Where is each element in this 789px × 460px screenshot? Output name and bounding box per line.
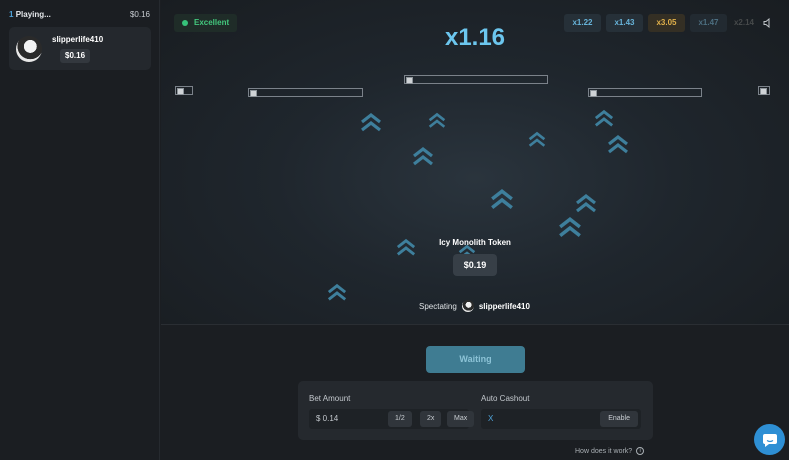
history-item[interactable]: x3.05	[648, 14, 685, 32]
waiting-button[interactable]: Waiting	[426, 346, 525, 373]
chevron-up-icon	[327, 283, 347, 303]
bet-amount-label: Bet Amount	[309, 394, 351, 403]
auto-cashout-label: Auto Cashout	[481, 394, 530, 403]
avatar	[16, 36, 42, 62]
history-item[interactable]: x1.43	[606, 14, 643, 32]
spectating-user[interactable]: slipperlife410	[479, 302, 530, 311]
chevron-up-icon	[575, 193, 597, 215]
chevron-up-icon	[412, 146, 434, 168]
player-bet: $0.16	[60, 49, 91, 63]
enable-auto-cashout-button[interactable]: Enable	[600, 411, 638, 427]
broken-image	[588, 88, 702, 97]
multiplier-history: x1.22 x1.43 x3.05 x1.47 x2.14	[564, 14, 775, 32]
broken-image	[404, 75, 548, 84]
broken-image	[758, 86, 770, 95]
bet-panel: Bet Amount $ 0.14 1/2 2x Max Auto Cashou…	[298, 381, 653, 440]
bet-amount-value[interactable]: $ 0.14	[316, 414, 338, 423]
broken-image	[248, 88, 363, 97]
history-item[interactable]: x1.22	[564, 14, 601, 32]
chat-button[interactable]	[754, 424, 785, 455]
chevron-up-icon	[607, 134, 629, 156]
chevron-up-icon	[428, 112, 446, 130]
spectating-info: Spectating slipperlife410	[419, 300, 530, 312]
bet-amount-field[interactable]: $ 0.14 1/2 2x Max	[309, 409, 475, 429]
auto-cashout-value[interactable]: X	[488, 414, 493, 423]
player-card[interactable]: slipperlife410 $0.16	[9, 27, 151, 70]
broken-image	[175, 86, 193, 95]
game-area: Excellent x1.16 x1.22 x1.43 x3.05 x1.47 …	[161, 0, 789, 325]
double-bet-button[interactable]: 2x	[420, 411, 442, 427]
playing-total: $0.16	[129, 10, 150, 19]
help-label[interactable]: How does it work?	[575, 448, 632, 455]
chat-bubble-icon	[762, 433, 777, 447]
history-item[interactable]: x1.47	[690, 14, 727, 32]
playing-count: 1	[9, 10, 14, 19]
playing-label: Playing...	[15, 10, 51, 19]
players-sidebar: 1 Playing... $0.16 slipperlife410 $0.16	[0, 0, 160, 460]
auto-cashout-field[interactable]: X Enable	[481, 409, 641, 429]
token-name: Icy Monolith Token	[439, 238, 511, 247]
chevron-up-icon	[490, 188, 514, 212]
chevron-up-icon	[594, 109, 614, 129]
spectating-label: Spectating	[419, 301, 457, 311]
chevron-up-icon	[360, 112, 382, 134]
speaker-icon[interactable]	[761, 14, 775, 32]
player-name: slipperlife410	[52, 35, 104, 44]
half-bet-button[interactable]: 1/2	[388, 411, 412, 427]
avatar	[461, 300, 474, 312]
chevron-up-icon	[528, 131, 546, 149]
chevron-up-icon	[558, 216, 582, 240]
history-item[interactable]: x2.14	[732, 14, 756, 32]
token-value-badge: $0.19	[453, 254, 497, 276]
info-icon: i	[636, 447, 645, 455]
max-bet-button[interactable]: Max	[447, 411, 475, 427]
how-it-works-link[interactable]: How does it work? i	[575, 447, 645, 455]
players-header: 1 Playing... $0.16	[9, 10, 150, 19]
